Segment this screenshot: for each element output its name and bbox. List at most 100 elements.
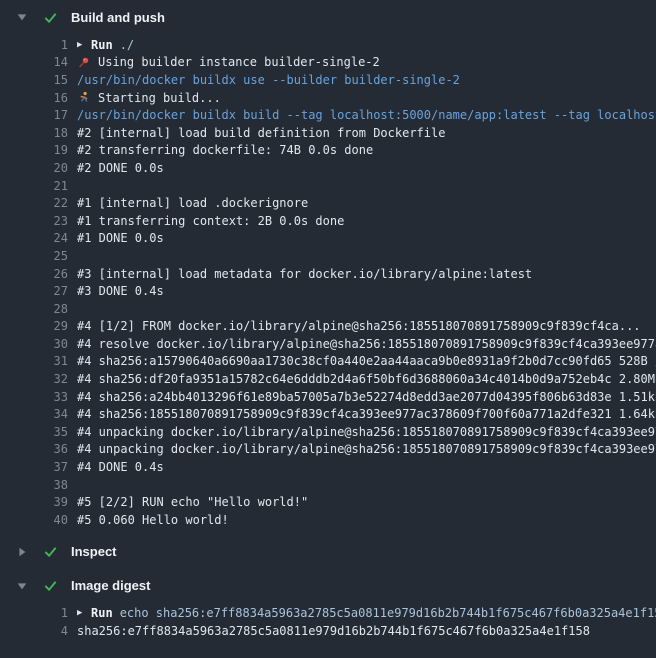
log-line: 20 #2 DONE 0.0s (0, 159, 656, 177)
log-line: 34 #4 sha256:185518070891758909c9f839cf4… (0, 405, 656, 423)
log-line: 35 #4 unpacking docker.io/library/alpine… (0, 423, 656, 441)
log-line: 15 /usr/bin/docker buildx use --builder … (0, 71, 656, 89)
line-string: /usr/bin/docker buildx use --builder bui… (77, 73, 460, 87)
line-number[interactable]: 39 (0, 495, 68, 509)
log-line: 14 Using builder instance builder-single… (0, 54, 656, 72)
log-line: 19 #2 transferring dockerfile: 74B 0.0s … (0, 142, 656, 160)
run-command: ./ (120, 38, 134, 52)
line-number[interactable]: 17 (0, 108, 68, 122)
log-line: 21 (0, 177, 656, 195)
line-number[interactable]: 16 (0, 91, 68, 105)
section-log-body: 1 ▶Run ./ 14 Using builder instance build… (0, 36, 656, 529)
log-section: Image digest 1 ▶Run echo sha256:e7ff8834a… (0, 575, 656, 640)
line-text: #4 sha256:a24bb4013296f61e89ba57005a7b3e… (77, 390, 656, 404)
run-keyword: Run (91, 38, 113, 52)
line-number[interactable]: 40 (0, 513, 68, 527)
line-string: #4 sha256:df20fa9351a15782c64e6dddb2d4a6… (77, 372, 656, 386)
section-header-image-digest[interactable]: Image digest (16, 575, 656, 597)
line-text: Using builder instance builder-single-2 (77, 55, 380, 69)
line-text: #4 sha256:df20fa9351a15782c64e6dddb2d4a6… (77, 372, 656, 386)
line-string: #4 unpacking docker.io/library/alpine@sh… (77, 425, 656, 439)
actions-log-viewer: Build and push 1 ▶Run./ 14 Using builder… (0, 6, 656, 640)
line-text: #4 sha256:185518070891758909c9f839cf4ca3… (77, 407, 656, 421)
line-number[interactable]: 22 (0, 196, 68, 210)
line-number[interactable]: 23 (0, 214, 68, 228)
chevron-down-icon[interactable] (16, 11, 28, 23)
log-line: 16 Starting build... (0, 89, 656, 107)
log-line: 22 #1 [internal] load .dockerignore (0, 194, 656, 212)
line-number[interactable]: 28 (0, 302, 68, 316)
line-text: ▶Run echo sha256:e7ff8834a5963a2785c5a081… (77, 606, 656, 620)
line-number[interactable]: 34 (0, 407, 68, 421)
line-number[interactable]: 24 (0, 231, 68, 245)
section-header-inspect[interactable]: Inspect (16, 541, 656, 563)
line-string: #1 DONE 0.0s (77, 231, 164, 245)
line-number[interactable]: 35 (0, 425, 68, 439)
log-line: 32 #4 sha256:df20fa9351a15782c64e6dddb2d… (0, 370, 656, 388)
line-number[interactable]: 36 (0, 442, 68, 456)
line-number[interactable]: 38 (0, 478, 68, 492)
line-number[interactable]: 19 (0, 143, 68, 157)
line-number[interactable]: 4 (0, 624, 68, 638)
line-text: #4 unpacking docker.io/library/alpine@sh… (77, 425, 656, 439)
line-text: #2 [internal] load build definition from… (77, 126, 445, 140)
line-number[interactable]: 33 (0, 390, 68, 404)
line-text: #5 0.060 Hello world! (77, 513, 229, 527)
line-number[interactable]: 29 (0, 319, 68, 333)
line-number[interactable]: 18 (0, 126, 68, 140)
success-check-icon (43, 578, 58, 593)
line-number[interactable]: 26 (0, 267, 68, 281)
line-text: /usr/bin/docker buildx build --tag local… (77, 108, 656, 122)
line-number[interactable]: 31 (0, 354, 68, 368)
line-number[interactable]: 14 (0, 55, 68, 69)
line-text: #3 [internal] load metadata for docker.i… (77, 267, 532, 281)
section-title: Image digest (71, 578, 150, 593)
line-number[interactable]: 15 (0, 73, 68, 87)
line-number[interactable]: 27 (0, 284, 68, 298)
log-line: 40 #5 0.060 Hello world! (0, 511, 656, 529)
run-command: echo sha256:e7ff8834a5963a2785c5a0811e97… (120, 606, 656, 620)
group-expand-icon[interactable]: ▶ (77, 608, 91, 618)
line-string: #4 unpacking docker.io/library/alpine@sh… (77, 442, 656, 456)
line-number[interactable]: 1 (0, 606, 68, 620)
log-line: 23 #1 transferring context: 2B 0.0s done (0, 212, 656, 230)
log-section: Build and push 1 ▶Run ./ 14 Using builder… (0, 6, 656, 529)
line-string: #2 transferring dockerfile: 74B 0.0s don… (77, 143, 373, 157)
line-text: #2 transferring dockerfile: 74B 0.0s don… (77, 143, 373, 157)
runner-icon (77, 91, 90, 104)
line-number[interactable]: 37 (0, 460, 68, 474)
line-string: Starting build... (98, 91, 221, 105)
line-string: #5 0.060 Hello world! (77, 513, 229, 527)
log-line: 38 (0, 476, 656, 494)
line-text: #4 resolve docker.io/library/alpine@sha2… (77, 337, 656, 351)
log-line: 27 #3 DONE 0.4s (0, 282, 656, 300)
line-string: #2 DONE 0.0s (77, 161, 164, 175)
group-expand-icon[interactable]: ▶ (77, 40, 91, 50)
line-string: #4 resolve docker.io/library/alpine@sha2… (77, 337, 656, 351)
run-keyword: Run (91, 606, 113, 620)
line-number[interactable]: 32 (0, 372, 68, 386)
log-line: 29 #4 [1/2] FROM docker.io/library/alpin… (0, 318, 656, 336)
line-text: #4 sha256:a15790640a6690aa1730c38cf0a440… (77, 354, 656, 368)
section-header-build-and-push[interactable]: Build and push (16, 6, 656, 28)
log-line: 1 ▶Run echo sha256:e7ff8834a5963a2785c5a0… (0, 605, 656, 623)
line-number[interactable]: 20 (0, 161, 68, 175)
line-text: #4 DONE 0.4s (77, 460, 164, 474)
chevron-down-icon[interactable] (16, 580, 28, 592)
log-section: Inspect (0, 541, 656, 563)
line-number[interactable]: 1 (0, 38, 68, 52)
chevron-right-icon[interactable] (16, 546, 28, 558)
log-line: 24 #1 DONE 0.0s (0, 230, 656, 248)
line-string: #4 DONE 0.4s (77, 460, 164, 474)
log-line: 33 #4 sha256:a24bb4013296f61e89ba57005a7… (0, 388, 656, 406)
line-number[interactable]: 25 (0, 249, 68, 263)
line-number[interactable]: 21 (0, 179, 68, 193)
section-title: Build and push (71, 10, 165, 25)
line-string: #4 [1/2] FROM docker.io/library/alpine@s… (77, 319, 641, 333)
line-string: Using builder instance builder-single-2 (98, 55, 380, 69)
line-string: #3 DONE 0.4s (77, 284, 164, 298)
line-number[interactable]: 30 (0, 337, 68, 351)
log-line: 1 ▶Run ./ (0, 36, 656, 54)
line-text: #2 DONE 0.0s (77, 161, 164, 175)
line-text: #1 [internal] load .dockerignore (77, 196, 308, 210)
